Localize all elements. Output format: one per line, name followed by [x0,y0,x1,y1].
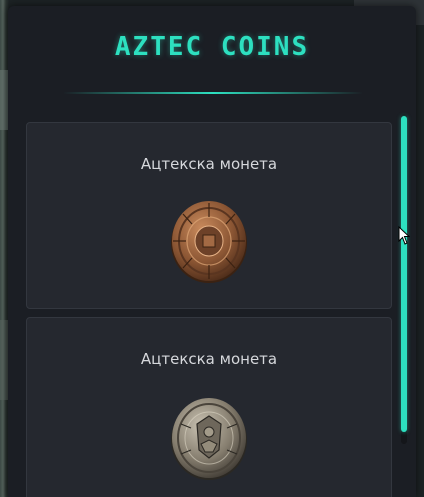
coin-name: Ацтекска монета [140,155,278,173]
mouse-cursor-icon [398,226,411,245]
coin-name: Ацтекска монета [140,350,278,368]
coin-card[interactable]: Ацтекска монета [26,317,392,497]
scrollbar[interactable] [401,114,407,444]
scrollbar-thumb[interactable] [401,116,407,432]
panel-title: AZTEC COINS [114,32,310,62]
silver-aztec-coin-icon [171,398,247,480]
coins-panel: AZTEC COINS Ацтекска монета Ацтекска мон… [8,6,416,497]
bronze-aztec-coin-icon [171,201,247,283]
title-divider [63,92,363,94]
coin-card[interactable]: Ацтекска монета [26,122,392,309]
